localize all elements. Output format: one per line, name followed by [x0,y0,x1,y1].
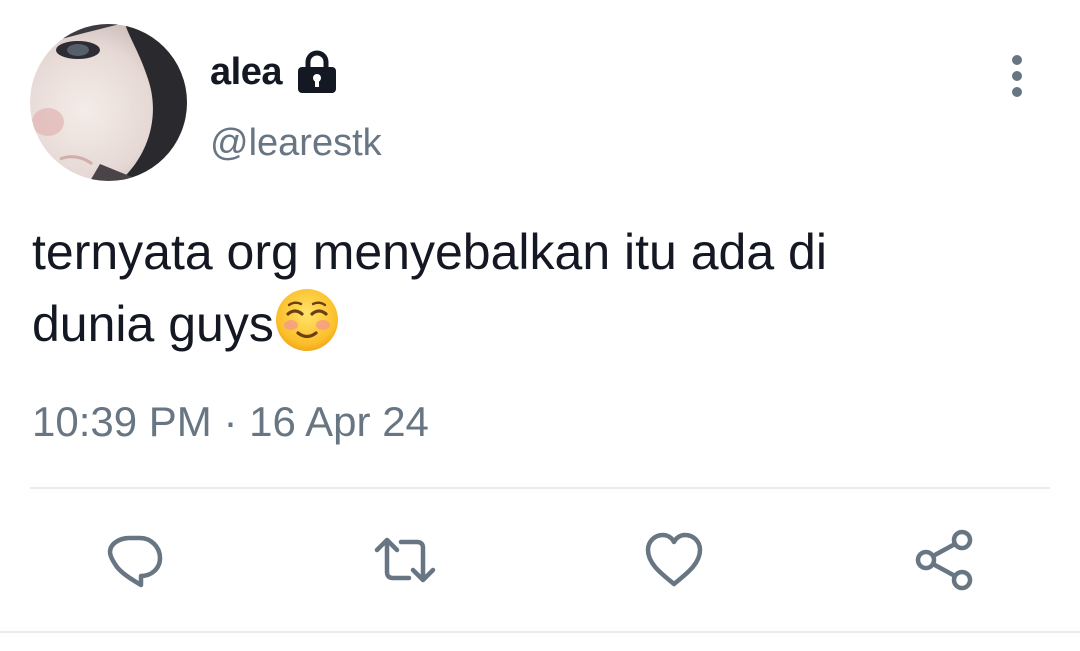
tweet-text-line-2: dunia guys [32,287,1052,359]
tweet-text-line-1: ternyata org menyebalkan itu ada di [32,224,827,280]
display-name-row: alea [210,46,340,98]
user-handle[interactable]: @learestk [210,122,382,165]
retweet-icon [374,537,436,583]
smiling-face-emoji-icon [274,287,340,353]
display-name[interactable]: alea [210,51,282,94]
retweet-button[interactable] [373,528,437,592]
divider-bottom [0,631,1080,633]
reply-button[interactable] [103,528,167,592]
vertical-dots-icon[interactable] [1000,52,1034,100]
share-icon [915,529,973,591]
lock-icon [294,49,340,95]
avatar[interactable] [30,24,187,181]
divider [30,487,1050,489]
share-button[interactable] [912,528,976,592]
like-button[interactable] [642,528,706,592]
heart-icon [645,532,703,587]
reply-icon [107,535,163,588]
tweet-text-line-2-text: dunia guys [32,296,274,352]
avatar-image [30,24,187,181]
tweet-text: ternyata org menyebalkan itu ada di duni… [32,217,1052,359]
tweet-card: alea @learestk ternyata org menyebalkan … [0,0,1080,651]
tweet-timestamp[interactable]: 10:39 PM · 16 Apr 24 [32,398,429,446]
